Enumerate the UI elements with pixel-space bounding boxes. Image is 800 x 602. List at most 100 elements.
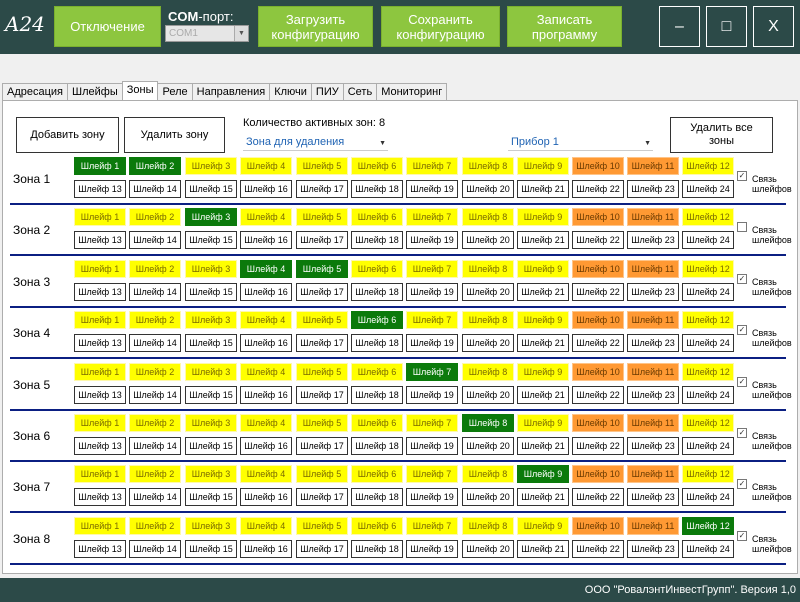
loop-cell[interactable]: Шлейф 19: [406, 385, 458, 404]
tab-8[interactable]: Сеть: [342, 83, 378, 100]
loop-cell[interactable]: Шлейф 24: [682, 334, 734, 353]
loop-cell[interactable]: Шлейф 24: [682, 282, 734, 301]
loop-cell[interactable]: Шлейф 4: [240, 259, 292, 278]
loop-cell[interactable]: Шлейф 5: [296, 465, 348, 484]
loop-cell[interactable]: Шлейф 9: [517, 157, 569, 175]
loop-cell[interactable]: Шлейф 22: [572, 282, 624, 301]
maximize-icon[interactable]: □: [706, 6, 747, 47]
loop-cell[interactable]: Шлейф 5: [296, 157, 348, 175]
loop-cell[interactable]: Шлейф 20: [462, 180, 514, 198]
tab-7[interactable]: ПИУ: [310, 83, 344, 100]
loop-cell[interactable]: Шлейф 7: [406, 465, 458, 484]
loop-cell[interactable]: Шлейф 1: [74, 362, 126, 381]
loop-cell[interactable]: Шлейф 4: [240, 362, 292, 381]
loop-cell[interactable]: Шлейф 22: [572, 539, 624, 558]
loop-cell[interactable]: Шлейф 2: [129, 465, 181, 484]
loop-cell[interactable]: Шлейф 17: [296, 282, 348, 301]
loop-cell[interactable]: Шлейф 4: [240, 208, 292, 227]
loop-cell[interactable]: Шлейф 8: [462, 157, 514, 175]
loop-cell[interactable]: Шлейф 7: [406, 516, 458, 535]
loop-cell[interactable]: Шлейф 22: [572, 437, 624, 455]
loop-cell[interactable]: Шлейф 17: [296, 180, 348, 198]
loop-cell[interactable]: Шлейф 17: [296, 334, 348, 353]
loop-cell[interactable]: Шлейф 11: [627, 414, 679, 432]
tab-6[interactable]: Ключи: [269, 83, 312, 100]
loop-cell[interactable]: Шлейф 10: [572, 208, 624, 227]
device-select[interactable]: Прибор 1 ▼: [508, 136, 653, 151]
loop-cell[interactable]: Шлейф 13: [74, 539, 126, 558]
loop-cell[interactable]: Шлейф 9: [517, 516, 569, 535]
loop-cell[interactable]: Шлейф 18: [351, 488, 403, 507]
loop-cell[interactable]: Шлейф 9: [517, 362, 569, 381]
link-loops-checkbox[interactable]: ✓: [737, 376, 747, 387]
loop-cell[interactable]: Шлейф 16: [240, 488, 292, 507]
loop-cell[interactable]: Шлейф 1: [74, 516, 126, 535]
loop-cell[interactable]: Шлейф 12: [682, 362, 734, 381]
loop-cell[interactable]: Шлейф 21: [517, 385, 569, 404]
loop-cell[interactable]: Шлейф 3: [185, 465, 237, 484]
loop-cell[interactable]: Шлейф 2: [129, 208, 181, 227]
loop-cell[interactable]: Шлейф 16: [240, 231, 292, 250]
loop-cell[interactable]: Шлейф 5: [296, 362, 348, 381]
loop-cell[interactable]: Шлейф 5: [296, 208, 348, 227]
loop-cell[interactable]: Шлейф 3: [185, 362, 237, 381]
loop-cell[interactable]: Шлейф 22: [572, 180, 624, 198]
loop-cell[interactable]: Шлейф 6: [351, 311, 403, 330]
loop-cell[interactable]: Шлейф 13: [74, 231, 126, 250]
loop-cell[interactable]: Шлейф 20: [462, 231, 514, 250]
loop-cell[interactable]: Шлейф 11: [627, 208, 679, 227]
loop-cell[interactable]: Шлейф 10: [572, 311, 624, 330]
loop-cell[interactable]: Шлейф 18: [351, 385, 403, 404]
loop-cell[interactable]: Шлейф 9: [517, 208, 569, 227]
loop-cell[interactable]: Шлейф 2: [129, 414, 181, 432]
loop-cell[interactable]: Шлейф 2: [129, 362, 181, 381]
loop-cell[interactable]: Шлейф 15: [185, 539, 237, 558]
loop-cell[interactable]: Шлейф 23: [627, 488, 679, 507]
loop-cell[interactable]: Шлейф 7: [406, 208, 458, 227]
loop-cell[interactable]: Шлейф 16: [240, 334, 292, 353]
loop-cell[interactable]: Шлейф 12: [682, 516, 734, 535]
minimize-icon[interactable]: –: [659, 6, 700, 47]
loop-cell[interactable]: Шлейф 3: [185, 259, 237, 278]
loop-cell[interactable]: Шлейф 8: [462, 259, 514, 278]
loop-cell[interactable]: Шлейф 17: [296, 385, 348, 404]
loop-cell[interactable]: Шлейф 17: [296, 231, 348, 250]
loop-cell[interactable]: Шлейф 19: [406, 334, 458, 353]
loop-cell[interactable]: Шлейф 6: [351, 157, 403, 175]
loop-cell[interactable]: Шлейф 15: [185, 231, 237, 250]
loop-cell[interactable]: Шлейф 11: [627, 465, 679, 484]
loop-cell[interactable]: Шлейф 20: [462, 385, 514, 404]
loop-cell[interactable]: Шлейф 7: [406, 414, 458, 432]
loop-cell[interactable]: Шлейф 18: [351, 282, 403, 301]
loop-cell[interactable]: Шлейф 22: [572, 385, 624, 404]
loop-cell[interactable]: Шлейф 21: [517, 488, 569, 507]
loop-cell[interactable]: Шлейф 13: [74, 385, 126, 404]
loop-cell[interactable]: Шлейф 4: [240, 157, 292, 175]
loop-cell[interactable]: Шлейф 11: [627, 516, 679, 535]
loop-cell[interactable]: Шлейф 9: [517, 311, 569, 330]
loop-cell[interactable]: Шлейф 21: [517, 231, 569, 250]
loop-cell[interactable]: Шлейф 1: [74, 414, 126, 432]
loop-cell[interactable]: Шлейф 23: [627, 385, 679, 404]
loop-cell[interactable]: Шлейф 16: [240, 437, 292, 455]
loop-cell[interactable]: Шлейф 11: [627, 259, 679, 278]
link-loops-checkbox[interactable]: [737, 222, 747, 233]
loop-cell[interactable]: Шлейф 5: [296, 516, 348, 535]
loop-cell[interactable]: Шлейф 9: [517, 465, 569, 484]
link-loops-checkbox[interactable]: ✓: [737, 479, 747, 490]
loop-cell[interactable]: Шлейф 10: [572, 516, 624, 535]
loop-cell[interactable]: Шлейф 11: [627, 311, 679, 330]
loop-cell[interactable]: Шлейф 16: [240, 539, 292, 558]
loop-cell[interactable]: Шлейф 18: [351, 539, 403, 558]
link-loops-checkbox[interactable]: ✓: [737, 171, 747, 181]
loop-cell[interactable]: Шлейф 3: [185, 414, 237, 432]
loop-cell[interactable]: Шлейф 3: [185, 157, 237, 175]
loop-cell[interactable]: Шлейф 14: [129, 539, 181, 558]
loop-cell[interactable]: Шлейф 9: [517, 259, 569, 278]
tab-2[interactable]: Шлейфы: [67, 83, 123, 100]
tab-9[interactable]: Мониторинг: [376, 83, 448, 100]
loop-cell[interactable]: Шлейф 8: [462, 311, 514, 330]
loop-cell[interactable]: Шлейф 12: [682, 208, 734, 227]
loop-cell[interactable]: Шлейф 5: [296, 311, 348, 330]
write-program-button[interactable]: Записать программу: [507, 6, 622, 47]
